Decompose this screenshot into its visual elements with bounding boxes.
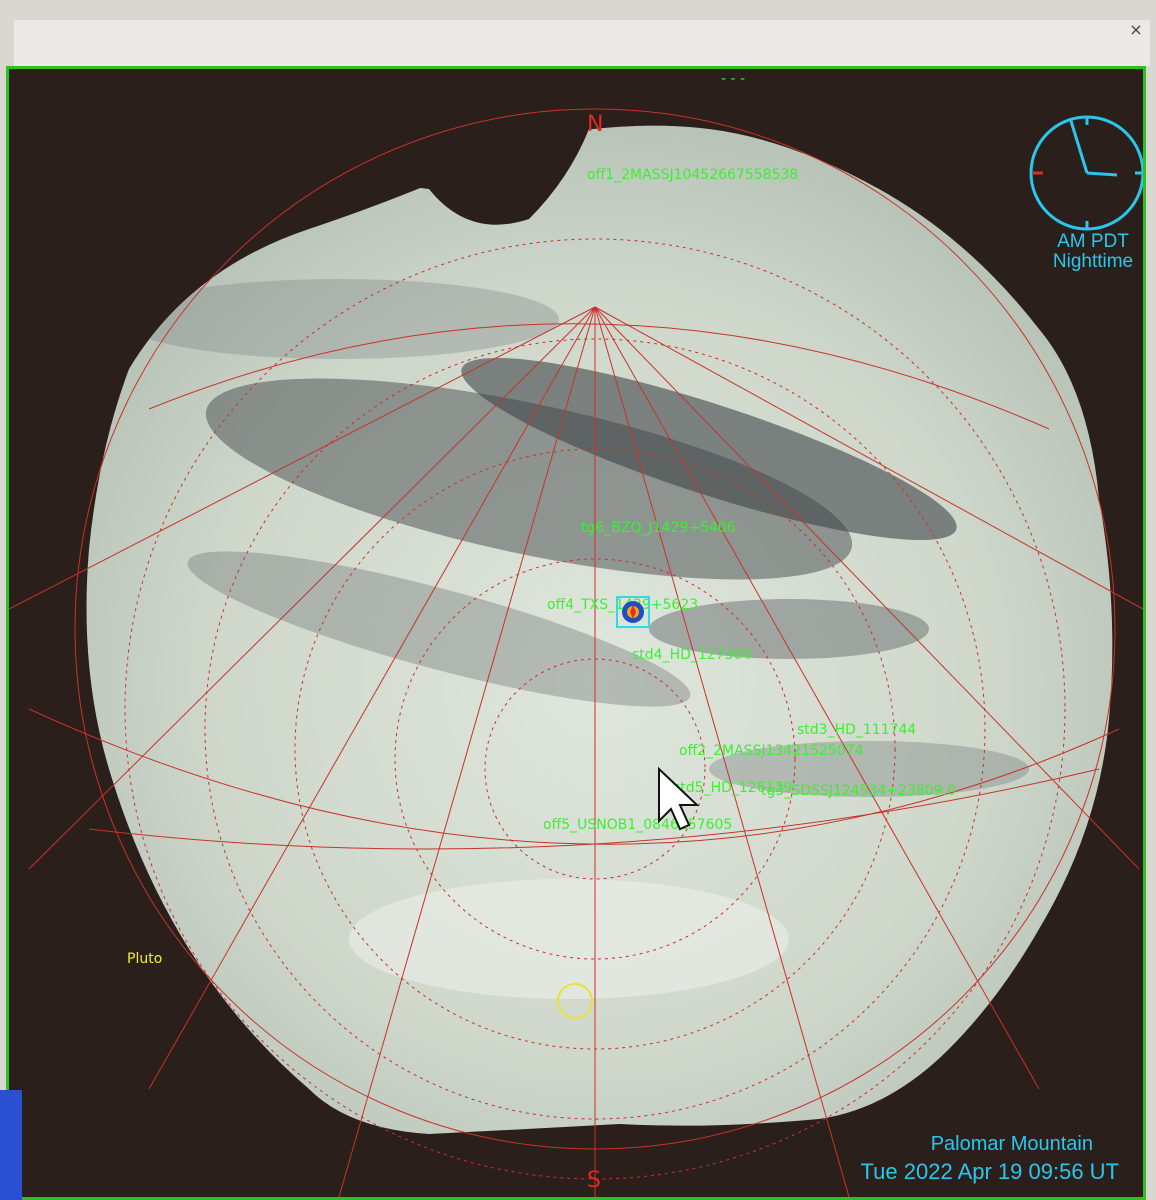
application-window: × - - - N S off1_2MASSJ10452667558538 tg… bbox=[0, 0, 1156, 1200]
observatory-location: Palomar Mountain bbox=[930, 1133, 1093, 1155]
top-marks: - - - bbox=[721, 71, 745, 87]
side-panel-edge bbox=[0, 1090, 22, 1200]
current-datetime: Tue 2022 Apr 19 09:56 UT bbox=[860, 1159, 1119, 1184]
target-label[interactable]: off5_USNOB1_0846257605 bbox=[543, 817, 732, 833]
target-label[interactable]: off1_2MASSJ10452667558538 bbox=[587, 167, 798, 183]
sky-view-canvas[interactable]: - - - N S off1_2MASSJ10452667558538 tg6_… bbox=[6, 66, 1146, 1200]
compass-south: S bbox=[587, 1168, 601, 1193]
close-icon[interactable]: × bbox=[1126, 20, 1146, 40]
planet-label-pluto[interactable]: Pluto bbox=[127, 951, 162, 967]
target-label[interactable]: std3_HD_111744 bbox=[797, 722, 916, 738]
target-label[interactable]: std4_HD_127304 bbox=[632, 647, 751, 663]
target-label[interactable]: off2_2MASSJ13421525074 bbox=[679, 743, 864, 759]
clock-status: Nighttime bbox=[1052, 251, 1134, 272]
window-titlebar[interactable] bbox=[14, 20, 1150, 66]
clock-period: AM PDT bbox=[1057, 231, 1129, 252]
compass-north: N bbox=[587, 112, 603, 137]
target-label[interactable]: tg3_SDSSJ124534+23809.0 bbox=[761, 783, 956, 799]
target-label[interactable]: tg6_BZQ_J1429+5406 bbox=[581, 520, 736, 536]
clock-icon bbox=[1029, 115, 1143, 231]
all-sky-map[interactable]: - - - N S off1_2MASSJ10452667558538 tg6_… bbox=[9, 69, 1143, 1197]
